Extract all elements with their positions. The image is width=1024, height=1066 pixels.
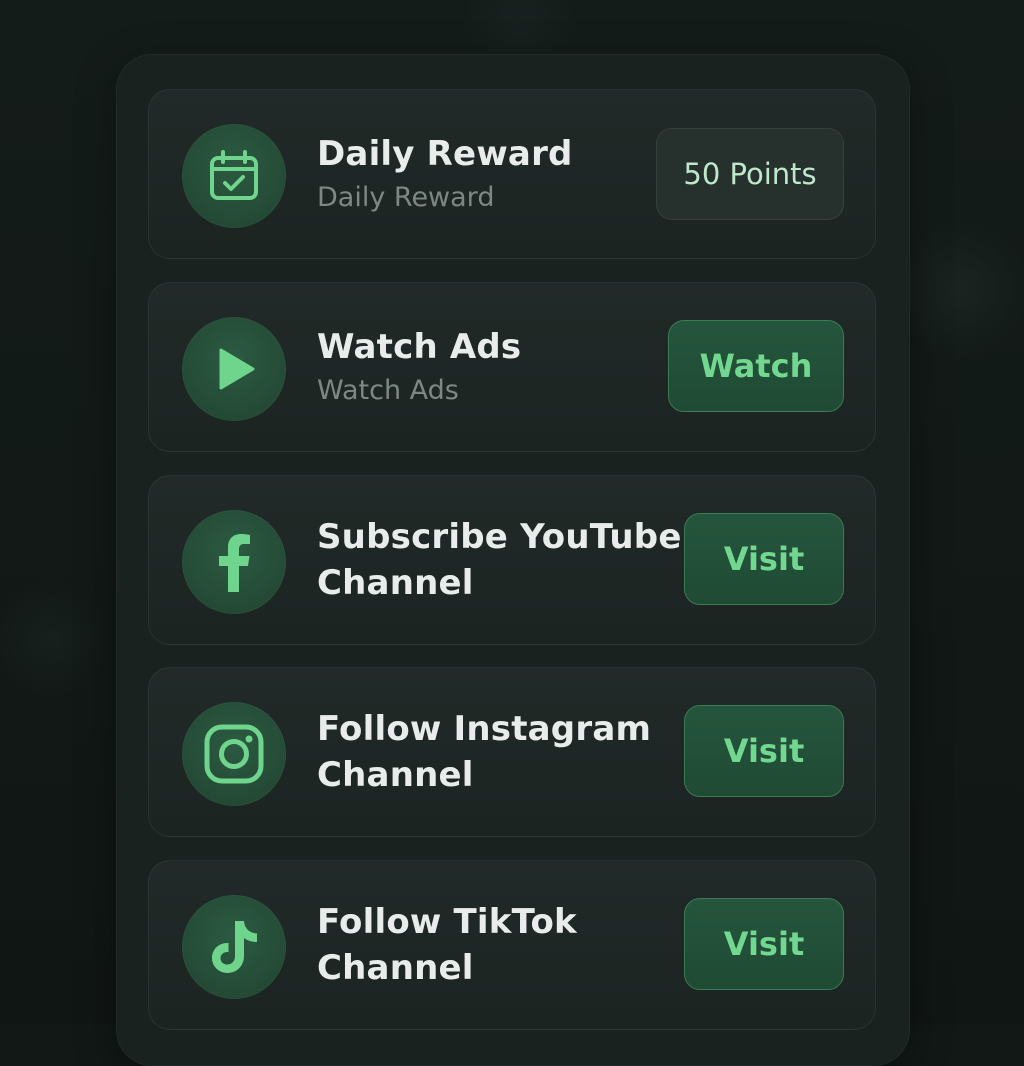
task-text: Follow TikTok Channel xyxy=(317,861,577,1029)
task-subtitle: Daily Reward xyxy=(317,182,495,213)
task-subtitle: Watch Ads xyxy=(317,375,459,406)
task-title: Watch Ads xyxy=(317,327,522,367)
task-title: Daily Reward xyxy=(317,134,573,174)
task-card-instagram: Follow Instagram Channel Visit xyxy=(148,667,876,837)
task-title-line2: Channel xyxy=(317,755,474,795)
play-icon xyxy=(182,317,286,421)
task-title-line1: Subscribe YouTube xyxy=(317,517,682,557)
task-text: Watch Ads Watch Ads xyxy=(317,283,521,451)
visit-button[interactable]: Visit xyxy=(684,513,844,605)
points-badge[interactable]: 50 Points xyxy=(656,128,844,220)
facebook-icon xyxy=(182,510,286,614)
tiktok-icon xyxy=(182,895,286,999)
task-card-youtube: Subscribe YouTube Channel Visit xyxy=(148,475,876,645)
calendar-check-icon xyxy=(182,124,286,228)
watch-button[interactable]: Watch xyxy=(668,320,844,412)
visit-button[interactable]: Visit xyxy=(684,705,844,797)
task-card-daily-reward: Daily Reward Daily Reward 50 Points xyxy=(148,89,876,259)
task-title-line1: Follow TikTok xyxy=(317,902,577,942)
task-card-tiktok: Follow TikTok Channel Visit xyxy=(148,860,876,1030)
task-title-line2: Channel xyxy=(317,563,474,603)
task-text: Subscribe YouTube Channel xyxy=(317,476,682,644)
task-text: Daily Reward Daily Reward xyxy=(317,90,573,258)
instagram-icon xyxy=(182,702,286,806)
task-title-line1: Follow Instagram xyxy=(317,709,652,749)
task-title-line2: Channel xyxy=(317,948,474,988)
task-card-watch-ads: Watch Ads Watch Ads Watch xyxy=(148,282,876,452)
task-text: Follow Instagram Channel xyxy=(317,668,651,836)
visit-button[interactable]: Visit xyxy=(684,898,844,990)
